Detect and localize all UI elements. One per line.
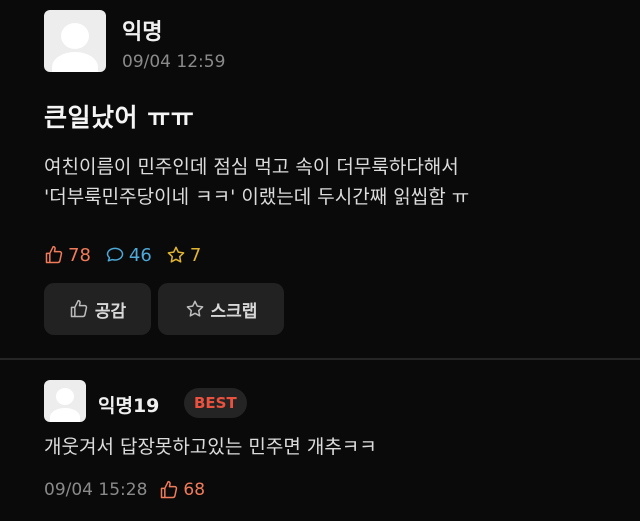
like-count: 78: [68, 244, 91, 266]
like-button-label: 공감: [94, 301, 127, 322]
thumbs-up-icon: [70, 299, 88, 318]
comment-avatar[interactable]: [44, 380, 86, 422]
comment-time: 09/04 15:28: [44, 480, 148, 500]
post: 익명 09/04 12:59 큰일났어 ㅠㅠ 여친이름이 민주인데 점심 먹고 …: [0, 0, 640, 350]
comment-meta: 09/04 15:28 68: [44, 480, 205, 500]
comment-text: 개웃겨서 답장못하고있는 민주면 개추ㅋㅋ: [44, 436, 377, 458]
like-button[interactable]: 공감: [44, 283, 151, 335]
star-icon: [167, 246, 185, 263]
comment-like-button[interactable]: 68: [159, 480, 205, 500]
post-body: 여친이름이 민주인데 점심 먹고 속이 더무룩하다해서 '더부룩민주당이네 ㅋㅋ…: [44, 152, 624, 212]
thumbs-up-icon: [45, 245, 63, 264]
comment-author: 익명19: [98, 395, 160, 417]
comment-like-count: 68: [183, 480, 206, 500]
post-body-line: '더부룩민주당이네 ㅋㅋ' 이랬는데 두시간째 읽씹함 ㅠ: [44, 186, 470, 208]
scrap-button-label: 스크랩: [210, 301, 258, 322]
star-icon: [186, 300, 203, 317]
scrap-count: 7: [189, 244, 202, 266]
comment-count: 46: [128, 244, 152, 266]
scrap-button[interactable]: 스크랩: [158, 283, 284, 335]
thumbs-up-icon: [161, 480, 178, 499]
comment-stat: 46: [105, 245, 152, 266]
post-body-line: 여친이름이 민주인데 점심 먹고 속이 더무룩하다해서: [44, 156, 459, 178]
divider: [0, 358, 640, 360]
scrap-stat: 7: [166, 245, 201, 266]
speech-bubble-icon: [106, 247, 124, 262]
post-title: 큰일났어 ㅠㅠ: [44, 103, 195, 132]
like-stat: 78: [44, 245, 91, 266]
post-stats: 78 46 7: [44, 243, 215, 267]
post-author: 익명: [122, 20, 163, 45]
avatar[interactable]: [44, 10, 106, 72]
post-time: 09/04 12:59: [122, 52, 226, 72]
best-badge: BEST: [184, 388, 247, 418]
